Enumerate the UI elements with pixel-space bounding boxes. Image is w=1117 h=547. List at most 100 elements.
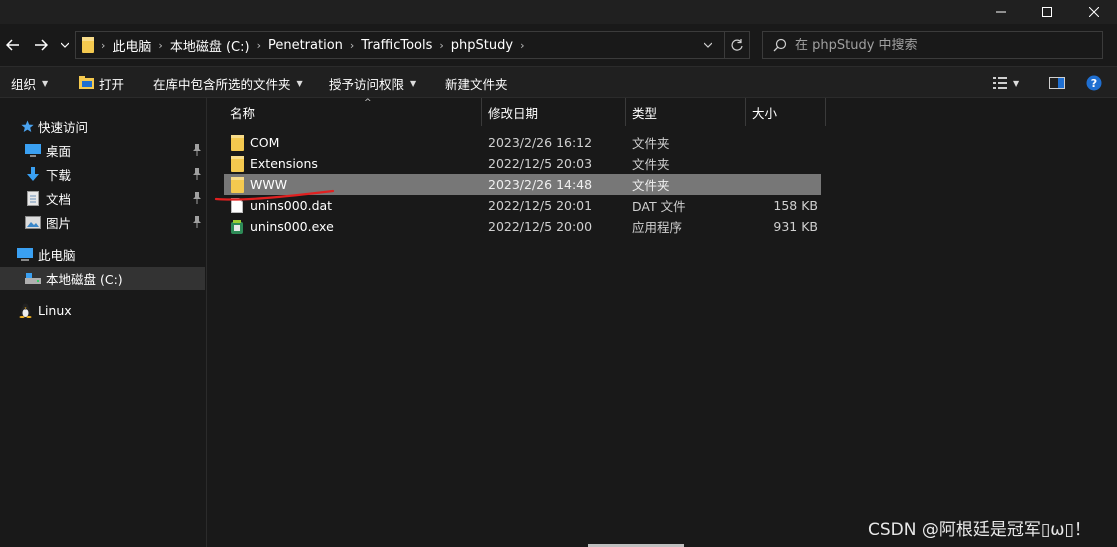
sidebar-item-label: 下载 xyxy=(46,168,72,183)
help-button[interactable]: ? xyxy=(1086,67,1102,99)
share-access-button[interactable]: 授予访问权限 ▼ xyxy=(329,67,416,99)
file-size: 931 KB xyxy=(773,219,818,234)
column-header-date[interactable]: 修改日期 xyxy=(482,98,626,126)
file-name-cell: unins000.exe xyxy=(230,216,334,237)
sidebar-item-label: 此电脑 xyxy=(38,248,76,263)
arrow-left-icon xyxy=(6,39,19,51)
sidebar-item-downloads[interactable]: 下载 xyxy=(0,163,205,186)
sidebar-item-this-pc[interactable]: 此电脑 xyxy=(0,243,205,266)
chevron-right-icon: › xyxy=(439,38,444,52)
column-header-label: 大小 xyxy=(752,105,778,121)
caret-down-icon: ▼ xyxy=(1013,78,1020,88)
arrow-right-icon xyxy=(35,39,48,51)
file-type: DAT 文件 xyxy=(632,199,686,214)
chevron-right-icon: › xyxy=(158,38,163,52)
details-view-icon xyxy=(993,77,1007,89)
refresh-button[interactable] xyxy=(724,32,748,58)
navigation-pane: 快速访问 桌面 下载 文档 图片 此电脑 本地磁盘 (C:) Linux xyxy=(0,98,207,547)
desktop-icon xyxy=(25,143,41,159)
red-underline-annotation xyxy=(214,189,335,201)
linux-penguin-icon xyxy=(17,303,33,319)
column-header-type[interactable]: 类型 xyxy=(626,98,746,126)
computer-icon xyxy=(17,247,33,263)
column-header-label: 类型 xyxy=(632,105,658,121)
column-header-size[interactable]: 大小 xyxy=(746,98,826,126)
preview-pane-button[interactable] xyxy=(1049,67,1065,99)
crumb-traffictools[interactable]: TrafficTools xyxy=(361,38,432,53)
caret-down-icon: ▼ xyxy=(42,78,49,88)
sidebar-item-linux[interactable]: Linux xyxy=(0,299,205,322)
file-date: 2023/2/26 14:48 xyxy=(488,177,593,192)
address-bar[interactable]: › 此电脑 › 本地磁盘 (C:) › Penetration › Traffi… xyxy=(75,31,750,59)
document-icon xyxy=(25,191,41,207)
drive-icon xyxy=(25,271,41,287)
column-header-name[interactable]: 名称 ^ xyxy=(224,98,482,126)
crumb-this-pc[interactable]: 此电脑 xyxy=(112,36,151,55)
view-options-button[interactable]: ▼ xyxy=(993,67,1019,99)
close-button[interactable] xyxy=(1071,0,1117,24)
file-size: 158 KB xyxy=(773,198,818,213)
sidebar-item-pictures[interactable]: 图片 xyxy=(0,211,205,234)
star-icon xyxy=(20,119,34,135)
sidebar-item-label: 桌面 xyxy=(46,144,72,159)
include-in-library-label: 在库中包含所选的文件夹 xyxy=(153,76,291,92)
sort-ascending-icon: ^ xyxy=(364,98,372,108)
file-name: unins000.exe xyxy=(250,219,334,234)
app-icon xyxy=(230,219,244,235)
new-folder-label: 新建文件夹 xyxy=(445,76,508,92)
recent-locations-button[interactable] xyxy=(58,34,72,56)
sidebar-item-desktop[interactable]: 桌面 xyxy=(0,139,205,162)
open-folder-icon xyxy=(79,76,95,90)
back-button[interactable] xyxy=(4,34,22,56)
file-size xyxy=(744,153,818,174)
pin-icon xyxy=(192,192,202,207)
help-icon: ? xyxy=(1086,75,1102,91)
pin-icon xyxy=(192,168,202,183)
table-row[interactable]: unins000.exe 2022/12/5 20:00 应用程序 931 KB xyxy=(224,216,821,237)
file-name: COM xyxy=(250,135,280,150)
column-header-label: 修改日期 xyxy=(488,105,539,121)
new-folder-button[interactable]: 新建文件夹 xyxy=(445,67,508,99)
address-dropdown-button[interactable] xyxy=(696,32,720,58)
preview-pane-icon xyxy=(1049,77,1065,89)
file-type: 文件夹 xyxy=(632,157,670,172)
include-in-library-button[interactable]: 在库中包含所选的文件夹 ▼ xyxy=(153,67,303,99)
crumb-phpstudy[interactable]: phpStudy xyxy=(451,38,513,53)
file-name: Extensions xyxy=(250,156,318,171)
organize-label: 组织 xyxy=(11,76,37,92)
table-row[interactable]: COM 2023/2/26 16:12 文件夹 xyxy=(224,132,821,153)
maximize-icon xyxy=(1042,7,1052,17)
open-button[interactable]: 打开 xyxy=(79,67,124,99)
crumb-local-disk[interactable]: 本地磁盘 (C:) xyxy=(170,36,250,55)
sidebar-item-quick-access[interactable]: 快速访问 xyxy=(0,115,205,138)
caret-down-icon: ▼ xyxy=(296,78,303,88)
search-input[interactable] xyxy=(795,37,1085,53)
watermark-text: CSDN @阿根廷是冠军▯ω▯！ xyxy=(868,520,1091,540)
sidebar-item-label: 文档 xyxy=(46,192,72,207)
crumb-penetration[interactable]: Penetration xyxy=(268,38,343,53)
file-type: 文件夹 xyxy=(632,136,670,151)
file-date: 2022/12/5 20:01 xyxy=(488,198,593,213)
share-access-label: 授予访问权限 xyxy=(329,76,405,92)
folder-icon xyxy=(230,134,244,151)
organize-button[interactable]: 组织 ▼ xyxy=(11,67,48,99)
svg-text:?: ? xyxy=(1091,77,1097,90)
file-name-cell: COM xyxy=(230,132,279,153)
pin-icon xyxy=(192,144,202,159)
sidebar-item-documents[interactable]: 文档 xyxy=(0,187,205,210)
chevron-right-icon: › xyxy=(256,38,261,52)
chevron-right-icon: › xyxy=(520,38,525,52)
sidebar-item-label: 本地磁盘 (C:) xyxy=(46,272,123,287)
chevron-down-icon xyxy=(61,42,69,48)
file-type: 文件夹 xyxy=(632,178,670,193)
table-row[interactable]: Extensions 2022/12/5 20:03 文件夹 xyxy=(224,153,821,174)
file-size xyxy=(744,132,818,153)
sidebar-item-local-disk[interactable]: 本地磁盘 (C:) xyxy=(0,267,205,290)
search-box[interactable] xyxy=(762,31,1103,59)
maximize-button[interactable] xyxy=(1024,0,1070,24)
chevron-down-icon xyxy=(704,42,712,48)
forward-button[interactable] xyxy=(32,34,50,56)
minimize-button[interactable] xyxy=(978,0,1024,24)
file-date: 2022/12/5 20:00 xyxy=(488,219,593,234)
picture-icon xyxy=(25,215,41,231)
